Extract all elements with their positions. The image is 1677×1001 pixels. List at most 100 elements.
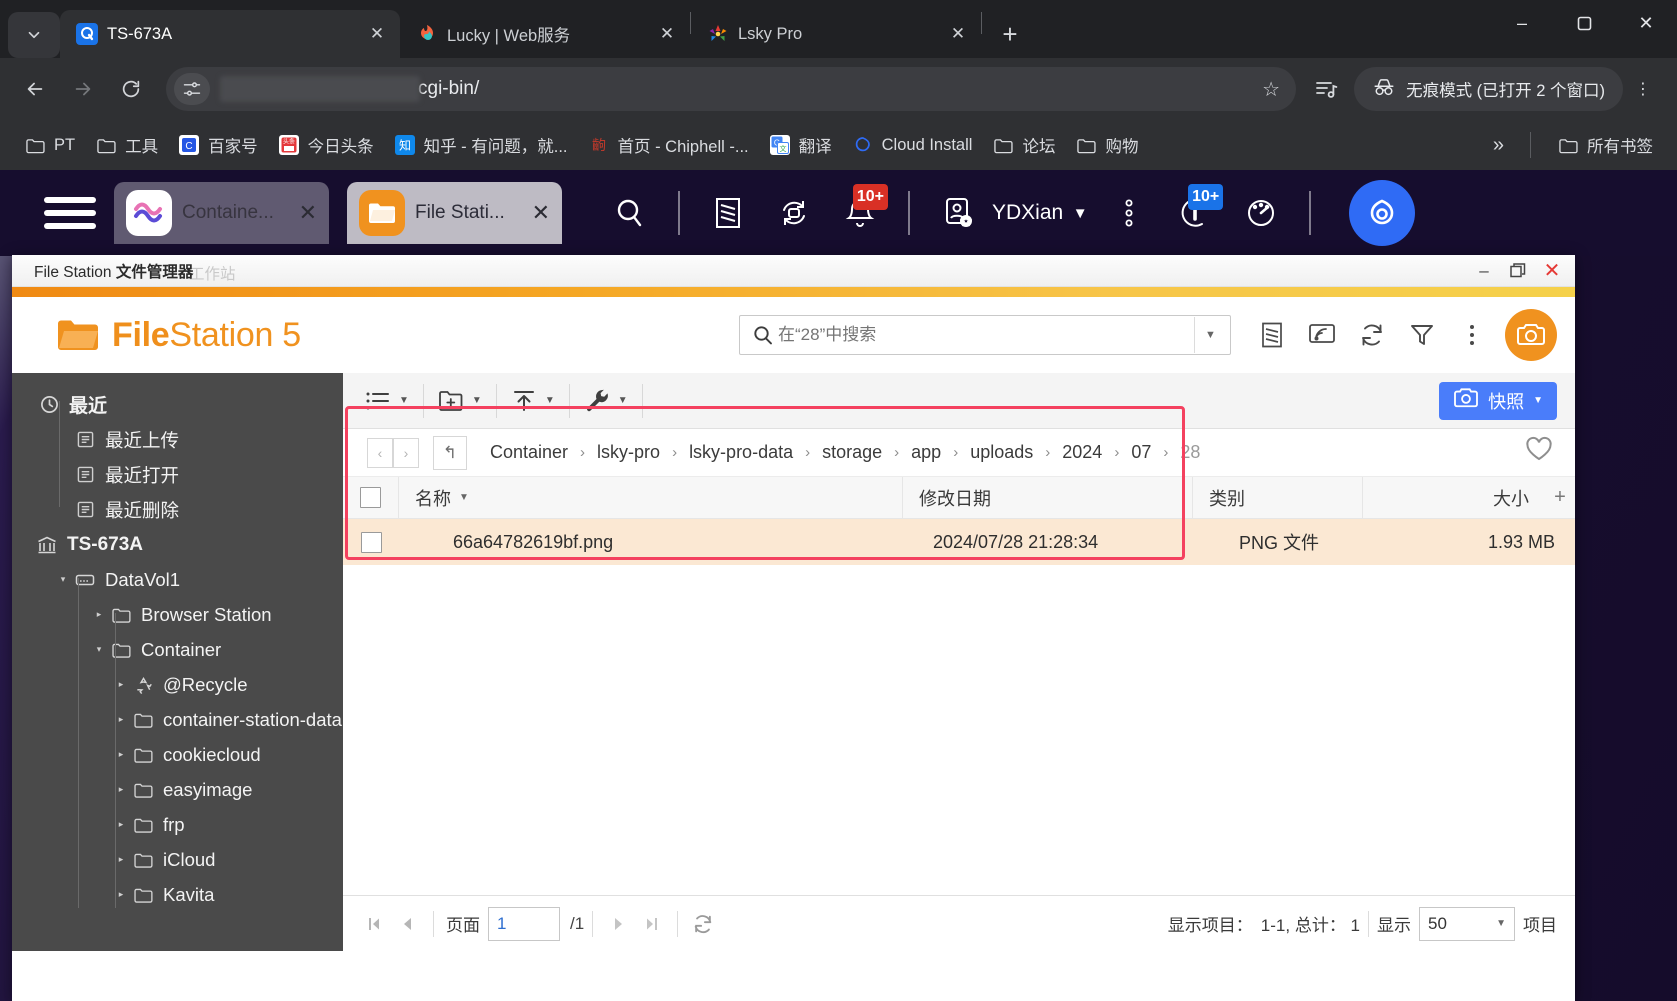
twisty-collapsed-icon[interactable]: ▸ <box>90 609 108 620</box>
twisty-expanded-icon[interactable]: ▾ <box>54 574 72 585</box>
taskbar-username[interactable]: YDXian <box>992 201 1063 225</box>
select-all-checkbox[interactable] <box>343 476 399 519</box>
sidebar-item-recent-deleted[interactable]: 最近删除 <box>12 492 343 527</box>
browser-tab-close-2[interactable]: ✕ <box>945 21 971 47</box>
bell-icon[interactable]: 10+ <box>828 182 892 244</box>
chevron-down-icon[interactable]: ▼ <box>1496 918 1506 929</box>
bookmark-item-2[interactable]: C 百家号 <box>170 129 266 161</box>
chevron-down-icon[interactable]: ▼ <box>1533 395 1543 406</box>
browser-tab-close-0[interactable]: ✕ <box>364 21 390 47</box>
breadcrumb-item-7[interactable]: 07 <box>1126 440 1156 465</box>
sidebar-item-recent-upload[interactable]: 最近上传 <box>12 422 343 457</box>
breadcrumb-item-6[interactable]: 2024 <box>1057 440 1107 465</box>
breadcrumb-item-4[interactable]: app <box>906 440 946 465</box>
row-checkbox[interactable] <box>343 531 399 553</box>
create-folder-button[interactable]: ▼ <box>434 381 486 421</box>
path-back-button[interactable]: ‹ <box>367 437 393 468</box>
add-column-button[interactable]: + <box>1545 486 1575 509</box>
address-bar[interactable]: cgi-bin/ ☆ <box>166 67 1297 111</box>
reload-icon[interactable] <box>110 68 152 110</box>
reading-list-icon[interactable] <box>1304 67 1348 111</box>
bookmark-item-3[interactable]: 头条 今日头条 <box>270 129 382 161</box>
sidebar-item-recent-opened[interactable]: 最近打开 <box>12 457 343 492</box>
page-size-select[interactable]: 50 ▼ <box>1419 906 1515 941</box>
prev-page-button[interactable] <box>391 907 425 941</box>
bookmark-star-icon[interactable]: ☆ <box>1254 72 1288 106</box>
photo-avatar-icon[interactable] <box>1505 309 1557 361</box>
bookmark-item-6[interactable]: G文 翻译 <box>761 129 840 161</box>
breadcrumb-item-0[interactable]: Container <box>485 440 573 465</box>
page-input[interactable] <box>488 906 560 941</box>
chevron-down-icon[interactable]: ▼ <box>618 395 628 406</box>
chevron-down-icon[interactable]: ▼ <box>545 395 555 406</box>
snapshot-button[interactable]: 快照 ▼ <box>1439 381 1557 420</box>
bookmark-item-1[interactable]: 工具 <box>87 129 166 161</box>
main-menu-icon[interactable] <box>44 191 96 235</box>
view-mode-button[interactable]: ▼ <box>361 381 413 421</box>
twisty-expanded-icon[interactable]: ▾ <box>90 644 108 655</box>
sidebar-item-icloud[interactable]: ▸ iCloud <box>12 842 343 877</box>
favorite-heart-icon[interactable] <box>1525 436 1563 469</box>
bookmark-item-4[interactable]: 知 知乎 - 有问题，就... <box>386 129 576 161</box>
bookmark-item-0[interactable]: PT <box>16 130 83 160</box>
column-header-name[interactable]: 名称 ▼ <box>399 476 903 519</box>
upload-button[interactable]: ▼ <box>507 381 559 421</box>
incognito-indicator[interactable]: 无痕模式 (已打开 2 个窗口) <box>1354 67 1623 111</box>
refresh-icon[interactable] <box>1349 312 1395 358</box>
taskbar-app-close-1[interactable]: ✕ <box>532 200 550 226</box>
sort-descending-icon[interactable]: ▼ <box>459 492 469 503</box>
last-page-button[interactable] <box>635 907 669 941</box>
back-icon[interactable] <box>14 68 56 110</box>
first-page-button[interactable] <box>357 907 391 941</box>
search-icon[interactable] <box>598 182 662 244</box>
site-settings-icon[interactable] <box>174 73 210 105</box>
sidebar-item-recent[interactable]: 最近 <box>12 387 343 422</box>
fs-close-button[interactable]: ✕ <box>1535 256 1569 286</box>
tools-button[interactable]: ▼ <box>580 381 632 421</box>
bookmark-item-8[interactable]: 论坛 <box>984 129 1063 161</box>
backup-icon[interactable] <box>762 182 826 244</box>
more-vertical-icon[interactable] <box>1449 312 1495 358</box>
taskbar-app-file-station[interactable]: File Stati... ✕ <box>347 182 562 244</box>
myqnapcloud-icon[interactable] <box>1349 180 1416 246</box>
taskbar-app-close-0[interactable]: ✕ <box>299 200 317 226</box>
sidebar-item-frp[interactable]: ▸ frp <box>12 807 343 842</box>
table-row[interactable]: 66a64782619bf.png 2024/07/28 21:28:34 PN… <box>343 519 1575 565</box>
search-input[interactable] <box>778 325 1194 345</box>
log-icon[interactable] <box>1249 312 1295 358</box>
browser-tab-0[interactable]: TS-673A ✕ <box>60 10 400 58</box>
sidebar-item-recycle[interactable]: ▸ @Recycle <box>12 667 343 702</box>
chevron-down-icon[interactable]: ▼ <box>472 395 482 406</box>
search-box[interactable]: ▼ <box>739 315 1231 355</box>
sidebar-item-container[interactable]: ▾ Container <box>12 632 343 667</box>
log-icon[interactable] <box>696 182 760 244</box>
sidebar-item-kavita[interactable]: ▸ Kavita <box>12 877 343 912</box>
window-maximize-button[interactable] <box>1553 0 1615 46</box>
column-header-date[interactable]: 修改日期 <box>903 476 1193 519</box>
browser-tab-close-1[interactable]: ✕ <box>654 21 680 47</box>
breadcrumb-item-5[interactable]: uploads <box>965 440 1038 465</box>
download-icon[interactable]: 10+ <box>1163 182 1227 244</box>
sidebar-item-easyimage[interactable]: ▸ easyimage <box>12 772 343 807</box>
breadcrumb-item-1[interactable]: lsky-pro <box>592 440 665 465</box>
path-forward-button[interactable]: › <box>393 437 419 468</box>
new-tab-button[interactable]: + <box>990 14 1030 54</box>
sidebar-item-nas[interactable]: TS-673A <box>12 527 343 562</box>
window-close-button[interactable]: ✕ <box>1615 0 1677 46</box>
sidebar-item-browser-station[interactable]: ▸ Browser Station <box>12 597 343 632</box>
more-vertical-icon[interactable] <box>1097 182 1161 244</box>
column-header-type[interactable]: 类别 <box>1193 476 1363 519</box>
search-dropdown-icon[interactable]: ▼ <box>1194 317 1226 353</box>
tab-search-chevron-icon[interactable] <box>8 12 60 58</box>
sidebar-item-container-station-data[interactable]: ▸ container-station-data <box>12 702 343 737</box>
breadcrumb-item-3[interactable]: storage <box>817 440 887 465</box>
chevron-down-icon[interactable]: ▼ <box>399 395 409 406</box>
fs-restore-button[interactable] <box>1501 256 1535 286</box>
filter-icon[interactable] <box>1399 312 1445 358</box>
file-station-titlebar[interactable]: 工作站 File Station 文件管理器 – ✕ <box>12 255 1575 287</box>
breadcrumb-item-8[interactable]: 28 <box>1175 440 1205 465</box>
sidebar-item-datavol1[interactable]: ▾ DataVol1 <box>12 562 343 597</box>
cast-icon[interactable] <box>1299 312 1345 358</box>
browser-tab-1[interactable]: Lucky | Web服务 ✕ <box>400 10 690 58</box>
bookmark-item-5[interactable]: 齣 首页 - Chiphell -... <box>580 129 757 161</box>
